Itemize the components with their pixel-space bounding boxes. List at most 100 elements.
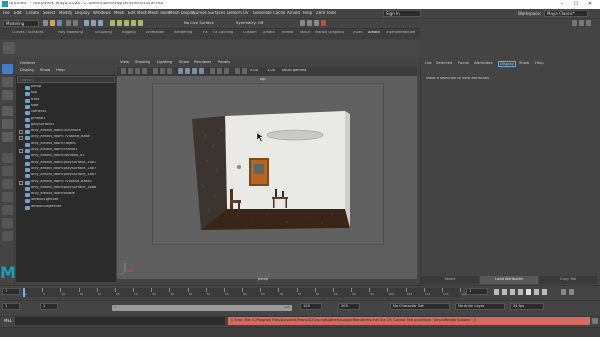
color-space-dropdown[interactable]: sRGB gamma [282,69,306,73]
select-tool-icon[interactable] [2,64,13,74]
anim-start-field[interactable]: 1 [2,303,20,310]
symmetry-label[interactable]: Symmetry: Off [236,21,264,25]
exposure-value[interactable]: 0.00 [250,69,258,73]
render-settings-icon[interactable] [314,20,319,26]
ae-tab-show[interactable]: Show [519,61,529,65]
select-component-icon[interactable] [98,20,103,26]
command-language-label[interactable]: MEL [4,319,12,323]
shelf-tab-bifrost[interactable]: Bifrost [282,31,294,35]
wireframe-icon[interactable] [178,68,183,74]
menu-deform[interactable]: Deform [227,11,242,15]
shelf-tab-curves-surfaces[interactable]: Curves / Surfaces [12,31,44,35]
playback-end-field[interactable]: 120 [300,303,322,310]
menu-mesh-display[interactable]: Mesh Display [169,11,196,15]
maximize-button[interactable]: ☐ [571,1,581,8]
shelf-tab-motion-graphics[interactable]: Motion Graphics [315,31,344,35]
shelf-tab-fx[interactable]: FX [203,31,208,35]
viewport-menu-view[interactable]: View [120,60,129,64]
workspace-dropdown[interactable]: Maya Classic* [544,10,588,17]
bookmarks-icon[interactable] [135,68,140,74]
outliner-item[interactable]: defaultObjectSet [17,205,115,211]
minimize-button[interactable]: – [557,1,567,8]
play-backwards-icon[interactable] [518,289,523,295]
menu-edit-mesh[interactable]: Edit Mesh [128,11,148,15]
menu-uv[interactable]: UV [243,11,249,15]
scale-tool-icon[interactable] [2,132,13,142]
outliner-search-input[interactable]: Search... [17,76,115,83]
viewport-menu-show[interactable]: Show [179,60,189,64]
menu-display[interactable]: Display [75,11,90,15]
persp-outliner-layout-icon[interactable] [2,192,13,202]
ipr-render-icon[interactable] [307,20,312,26]
select-hierarchy-icon[interactable] [84,20,89,26]
shelf-tab-sculpting[interactable]: Sculpting [95,31,112,35]
ae-tab-attributes[interactable]: Attributes [474,61,493,65]
expand-toggle-icon[interactable] [19,180,23,185]
anim-end-field[interactable]: 200 [338,303,360,310]
open-scene-icon[interactable] [50,20,55,26]
gamma-value[interactable]: 1.00 [267,69,275,73]
outliner-menu-display[interactable]: Display [20,68,34,72]
select-camera-icon[interactable] [121,68,126,74]
shelf-tab-animation[interactable]: Animation [146,31,164,35]
menu-curves[interactable]: Curves [193,11,207,15]
range-slider-bar[interactable]: 1 120 [112,305,292,311]
graph-layout-icon[interactable] [2,205,13,215]
menu-file[interactable]: File [3,11,10,15]
outliner-menu-show[interactable]: Show [40,68,50,72]
menu-select[interactable]: Select [43,11,55,15]
shadows-icon[interactable] [210,68,215,74]
close-button[interactable]: ✕ [585,1,595,8]
ambient-occlusion-icon[interactable] [217,68,222,74]
menu-cache[interactable]: Cache [273,11,285,15]
step-back-frame-icon[interactable] [510,289,515,295]
isolate-select-icon[interactable] [235,68,240,74]
redo-icon[interactable] [73,20,78,26]
play-forwards-icon[interactable] [526,289,531,295]
new-scene-icon[interactable] [43,20,48,26]
viewport-menu-lighting[interactable]: Lighting [157,60,172,64]
ae-select-button[interactable]: Select [421,276,479,284]
viewport-menu-renderer[interactable]: Renderer [194,60,211,64]
snap-view-icon[interactable] [131,20,136,26]
rotate-tool-icon[interactable] [2,119,13,129]
camera-attributes-icon[interactable] [128,68,133,74]
shelf-tab-rendering[interactable]: Rendering [174,31,192,35]
grid-icon[interactable] [153,68,158,74]
anti-aliasing-icon[interactable] [224,68,229,74]
mode-dropdown[interactable]: Modeling [3,20,39,27]
shelf-tab-arnold-active[interactable]: Arnold [368,31,380,35]
step-back-key-icon[interactable] [502,289,507,295]
playback-start-field[interactable]: 1 [40,303,58,310]
select-object-icon[interactable] [91,20,96,26]
smooth-shade-icon[interactable] [185,68,190,74]
toggle-modeling-toolkit-icon[interactable] [572,20,577,26]
save-scene-icon[interactable] [57,20,62,26]
current-time-indicator[interactable] [23,288,25,297]
go-to-end-icon[interactable] [542,289,547,295]
anim-layer-dropdown[interactable]: No Anim Layer [455,303,505,310]
ae-tab-list[interactable]: List [425,61,432,65]
go-to-start-icon[interactable] [494,289,499,295]
step-forward-frame-icon[interactable] [534,289,539,295]
single-pane-layout-icon[interactable] [2,153,13,163]
snap-point-icon[interactable] [124,20,129,26]
four-pane-layout-icon[interactable] [2,166,13,176]
shelf-tab-fx-caching[interactable]: FX Caching [213,31,233,35]
sign-in-dropdown[interactable]: Sign In [383,10,421,17]
shelf-tab-rigging[interactable]: Rigging [122,31,136,35]
viewport-menu-shading[interactable]: Shading [135,60,150,64]
film-gate-icon[interactable] [160,68,165,74]
menu-create[interactable]: Create [26,11,39,15]
menu-zero-tools[interactable]: Zero Tools [316,11,336,15]
lasso-tool-icon[interactable] [2,77,13,87]
menu-edit[interactable]: Edit [14,11,22,15]
ae-copy-tab-button[interactable]: Copy Tab [539,276,597,284]
lighting-icon[interactable] [199,68,204,74]
image-plane-icon[interactable] [142,68,147,74]
menu-help[interactable]: Help [303,11,312,15]
expand-toggle-icon[interactable] [19,149,23,153]
shelf-tab-arnold-1[interactable]: Arnold [263,31,275,35]
character-set-dropdown[interactable]: No Character Set [390,303,450,310]
undo-icon[interactable] [66,20,71,26]
